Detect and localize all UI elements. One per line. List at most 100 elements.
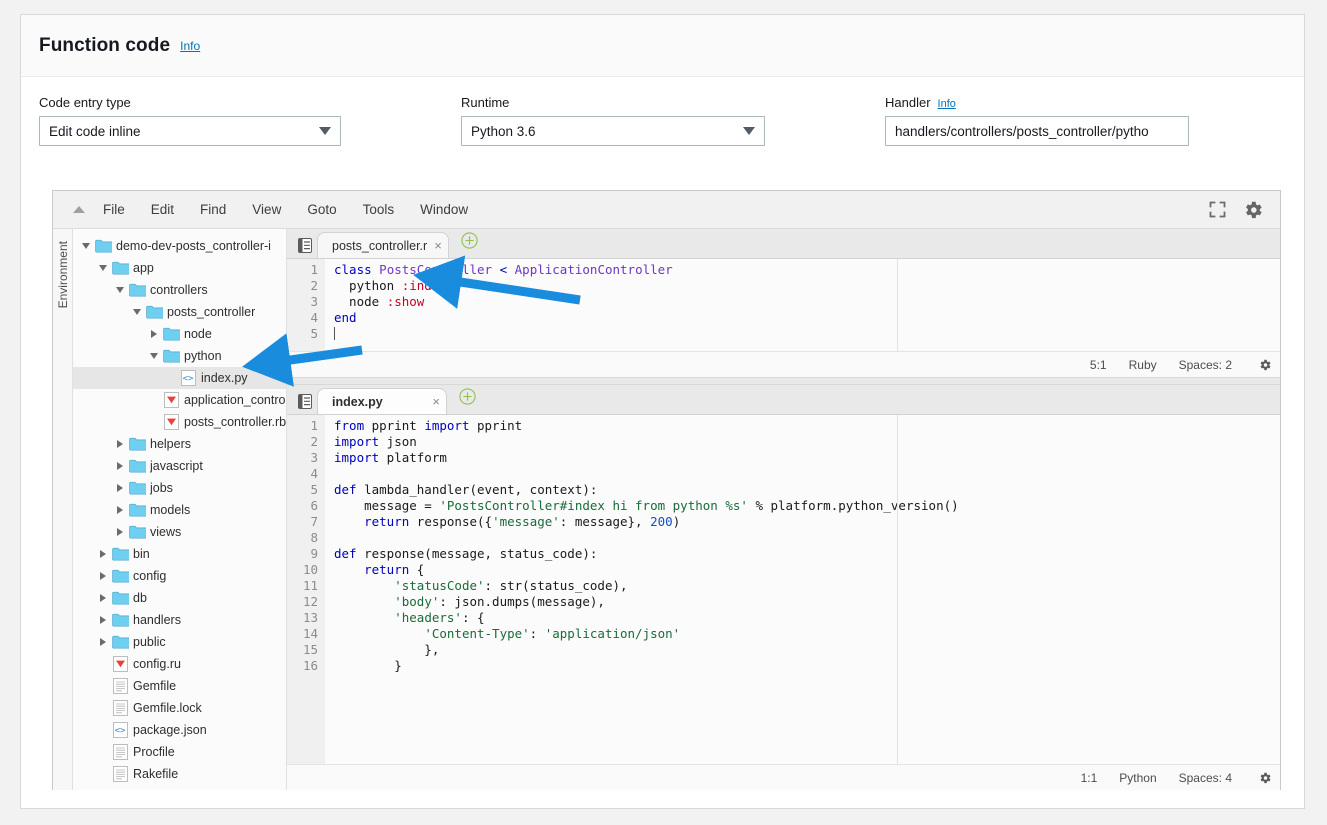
tree-item-python[interactable]: python <box>73 345 286 367</box>
tree-item-procfile[interactable]: Procfile <box>73 741 286 763</box>
tree-item-bin[interactable]: bin <box>73 543 286 565</box>
syntax-mode-python[interactable]: Python <box>1119 771 1156 785</box>
tree-item-posts-controller[interactable]: posts_controller <box>73 301 286 323</box>
twisty-icon[interactable] <box>96 550 110 558</box>
tree-item-db[interactable]: db <box>73 587 286 609</box>
code-area-python[interactable]: 1 2 3 4 5 6 7 8 9 10 11 12 13 14 15 16 f… <box>287 415 1280 764</box>
tree-item-label: Gemfile.lock <box>133 701 202 715</box>
code-entry-type-select[interactable]: Edit code inline <box>39 116 341 146</box>
tree-item-posts-controller-rb[interactable]: posts_controller.rb <box>73 411 286 433</box>
plus-circle-icon[interactable] <box>461 232 478 258</box>
tree-item-jobs[interactable]: jobs <box>73 477 286 499</box>
tree-item-label: Rakefile <box>133 767 179 781</box>
editor-pane-ruby: posts_controller.r × 1 2 3 4 5 class Pos… <box>287 229 1280 377</box>
line-numbers-ruby: 1 2 3 4 5 <box>287 259 325 351</box>
folder-icon <box>127 503 147 517</box>
folder-icon <box>110 613 130 627</box>
menu-item-goto[interactable]: Goto <box>307 202 336 217</box>
syntax-mode-ruby[interactable]: Ruby <box>1129 358 1157 372</box>
menu-item-edit[interactable]: Edit <box>151 202 174 217</box>
pane-splitter[interactable] <box>287 377 1280 385</box>
twisty-icon[interactable] <box>79 243 93 249</box>
environment-rail[interactable]: Environment <box>53 229 73 790</box>
close-icon[interactable]: × <box>432 395 440 408</box>
tree-item-demo-dev-posts-controller-i[interactable]: demo-dev-posts_controller-i <box>73 235 286 257</box>
tree-item-gemfile[interactable]: Gemfile <box>73 675 286 697</box>
tree-item-javascript[interactable]: javascript <box>73 455 286 477</box>
menu-item-window[interactable]: Window <box>420 202 468 217</box>
tree-item-rakefile[interactable]: Rakefile <box>73 763 286 785</box>
twisty-icon[interactable] <box>96 594 110 602</box>
tree-item-config-ru[interactable]: config.ru <box>73 653 286 675</box>
folder-icon <box>127 283 147 297</box>
statusbar-python: 1:1 Python Spaces: 4 <box>287 764 1280 790</box>
tree-item-node[interactable]: node <box>73 323 286 345</box>
twisty-icon[interactable] <box>113 287 127 293</box>
tree-item-label: jobs <box>150 481 173 495</box>
code-text-ruby[interactable]: class PostsController < ApplicationContr… <box>325 259 1280 351</box>
runtime-value: Python 3.6 <box>471 123 536 139</box>
indent-setting-python[interactable]: Spaces: 4 <box>1179 771 1232 785</box>
tab-list-icon[interactable] <box>293 394 317 414</box>
twisty-icon[interactable] <box>96 616 110 624</box>
tree-item-label: app <box>133 261 154 275</box>
menu-item-file[interactable]: File <box>103 202 125 217</box>
tree-item-controllers[interactable]: controllers <box>73 279 286 301</box>
twisty-icon[interactable] <box>96 572 110 580</box>
triangle-up-icon[interactable] <box>73 206 85 213</box>
info-link-header[interactable]: Info <box>180 39 200 53</box>
twisty-icon[interactable] <box>113 462 127 470</box>
tree-item-index-py[interactable]: <> index.py <box>73 367 286 389</box>
twisty-icon[interactable] <box>96 638 110 646</box>
twisty-icon[interactable] <box>113 484 127 492</box>
plus-circle-icon[interactable] <box>459 388 476 414</box>
runtime-select[interactable]: Python 3.6 <box>461 116 765 146</box>
folder-icon <box>127 525 147 539</box>
code-text-python[interactable]: from pprint import pprint import json im… <box>325 415 1280 764</box>
gear-icon[interactable] <box>1258 771 1272 785</box>
twisty-icon[interactable] <box>96 265 110 271</box>
file-tree[interactable]: demo-dev-posts_controller-iapp controller… <box>73 229 287 790</box>
handler-input[interactable]: handlers/controllers/posts_controller/py… <box>885 116 1189 146</box>
tab-list-icon[interactable] <box>293 238 317 258</box>
handler-label: Handler Info <box>885 95 1189 110</box>
twisty-icon[interactable] <box>147 330 161 338</box>
tree-item-handlers[interactable]: handlers <box>73 609 286 631</box>
tree-item-public[interactable]: public <box>73 631 286 653</box>
gear-icon[interactable] <box>1242 199 1264 221</box>
tree-item-label: bin <box>133 547 150 561</box>
tree-item-label: handlers <box>133 613 181 627</box>
fullscreen-icon[interactable] <box>1206 199 1228 221</box>
tree-item-config[interactable]: config <box>73 565 286 587</box>
menu-item-find[interactable]: Find <box>200 202 226 217</box>
tree-item-application-controlle[interactable]: application_controlle <box>73 389 286 411</box>
tab-posts-controller-rb[interactable]: posts_controller.r × <box>317 232 449 258</box>
tree-item-views[interactable]: views <box>73 521 286 543</box>
menu-item-view[interactable]: View <box>252 202 281 217</box>
tree-item-app[interactable]: app <box>73 257 286 279</box>
folder-icon <box>161 349 181 363</box>
menu-item-tools[interactable]: Tools <box>363 202 395 217</box>
tree-item-package-json[interactable]: <> package.json <box>73 719 286 741</box>
card-header: Function code Info <box>21 15 1304 77</box>
handler-field: Handler Info handlers/controllers/posts_c… <box>885 95 1189 146</box>
code-entry-type-field: Code entry type Edit code inline <box>39 95 341 146</box>
twisty-icon[interactable] <box>130 309 144 315</box>
code-area-ruby[interactable]: 1 2 3 4 5 class PostsController < Applic… <box>287 259 1280 351</box>
tree-item-models[interactable]: models <box>73 499 286 521</box>
info-link-handler[interactable]: Info <box>938 98 956 110</box>
svg-text:<>: <> <box>182 374 193 384</box>
indent-setting-ruby[interactable]: Spaces: 2 <box>1179 358 1232 372</box>
close-icon[interactable]: × <box>434 239 442 252</box>
twisty-icon[interactable] <box>147 353 161 359</box>
tree-item-helpers[interactable]: helpers <box>73 433 286 455</box>
twisty-icon[interactable] <box>113 440 127 448</box>
folder-icon <box>110 635 130 649</box>
twisty-icon[interactable] <box>113 506 127 514</box>
tree-item-label: Procfile <box>133 745 175 759</box>
gear-icon[interactable] <box>1258 358 1272 372</box>
twisty-icon[interactable] <box>113 528 127 536</box>
folder-icon <box>161 327 181 341</box>
tab-index-py[interactable]: index.py × <box>317 388 447 414</box>
tree-item-gemfile-lock[interactable]: Gemfile.lock <box>73 697 286 719</box>
